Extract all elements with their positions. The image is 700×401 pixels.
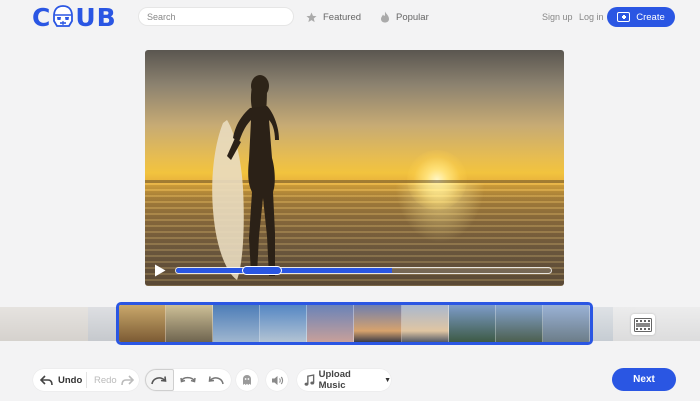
- surfer-silhouette: [212, 75, 279, 280]
- redo-icon: [120, 374, 134, 385]
- selection-thumb-palms: [495, 305, 543, 342]
- ghost-button[interactable]: [236, 369, 258, 391]
- timeline-thumb: [0, 307, 88, 341]
- undo-icon: [40, 374, 53, 385]
- search-input[interactable]: [138, 7, 294, 26]
- music-note-icon: [304, 373, 315, 386]
- loop-forward-button[interactable]: [145, 369, 173, 391]
- chevron-down-icon: ▼: [384, 376, 391, 384]
- nav-popular[interactable]: Popular: [380, 9, 429, 25]
- selection-thumb-palms: [307, 305, 355, 342]
- video-progress-fill: [176, 268, 392, 273]
- create-plus-icon: [617, 12, 631, 22]
- selection-thumb-building: [213, 305, 261, 342]
- create-button[interactable]: Create: [607, 7, 675, 27]
- nav-featured-label: Featured: [323, 11, 362, 23]
- selection-left-handle[interactable]: [116, 312, 119, 334]
- timeline-selection[interactable]: [116, 302, 593, 345]
- logo-letters-ub: UB: [75, 2, 117, 32]
- upload-music-dropdown[interactable]: Upload Music ▼: [297, 369, 391, 391]
- undo-label: Undo: [58, 374, 83, 386]
- loop-bounce-icon: [180, 376, 196, 383]
- selection-thumb-traffic: [166, 305, 214, 342]
- undo-redo-divider: [86, 372, 87, 388]
- signup-link[interactable]: Sign up: [542, 12, 573, 22]
- loop-reverse-icon: [208, 376, 224, 385]
- next-button[interactable]: Next: [612, 368, 676, 391]
- film-icon[interactable]: [631, 314, 655, 335]
- loop-reverse-button[interactable]: [202, 369, 230, 391]
- top-bar: C UB Featured Popular Sign up Log in C: [0, 0, 700, 34]
- video-progress-bar[interactable]: [175, 267, 552, 274]
- upload-music-label: Upload Music: [318, 369, 351, 391]
- selection-thumb-surfer: [119, 305, 167, 342]
- selection-thumb-city-dusk: [401, 305, 449, 342]
- selection-thumb-city-sunset: [354, 305, 402, 342]
- selection-right-handle[interactable]: [590, 312, 593, 334]
- star-icon: [306, 11, 317, 22]
- video-progress-handle[interactable]: [242, 266, 282, 275]
- selection-thumb-palms: [448, 305, 496, 342]
- volume-button[interactable]: [266, 369, 288, 391]
- create-button-label: Create: [636, 11, 665, 23]
- play-icon[interactable]: [154, 264, 166, 277]
- ghost-icon: [243, 375, 251, 385]
- nav-featured[interactable]: Featured: [306, 9, 361, 25]
- loop-bounce-button[interactable]: [174, 369, 202, 391]
- selection-thumb-building: [260, 305, 308, 342]
- video-preview[interactable]: [145, 50, 564, 286]
- logo-letter-c: C: [32, 2, 52, 32]
- redo-button[interactable]: Redo: [94, 369, 134, 391]
- flame-icon: [381, 11, 389, 23]
- loop-forward-icon: [151, 376, 167, 385]
- video-sun-reflection: [395, 183, 485, 243]
- stormtrooper-logo-icon: [52, 5, 74, 29]
- login-link[interactable]: Log in: [579, 12, 604, 22]
- selection-thumb-palms: [542, 305, 590, 342]
- redo-label: Redo: [94, 374, 117, 386]
- timeline-thumb: [612, 307, 700, 341]
- undo-button[interactable]: Undo: [40, 369, 82, 391]
- coub-logo[interactable]: C UB: [32, 2, 117, 32]
- nav-popular-label: Popular: [396, 11, 429, 23]
- volume-icon: [271, 375, 283, 385]
